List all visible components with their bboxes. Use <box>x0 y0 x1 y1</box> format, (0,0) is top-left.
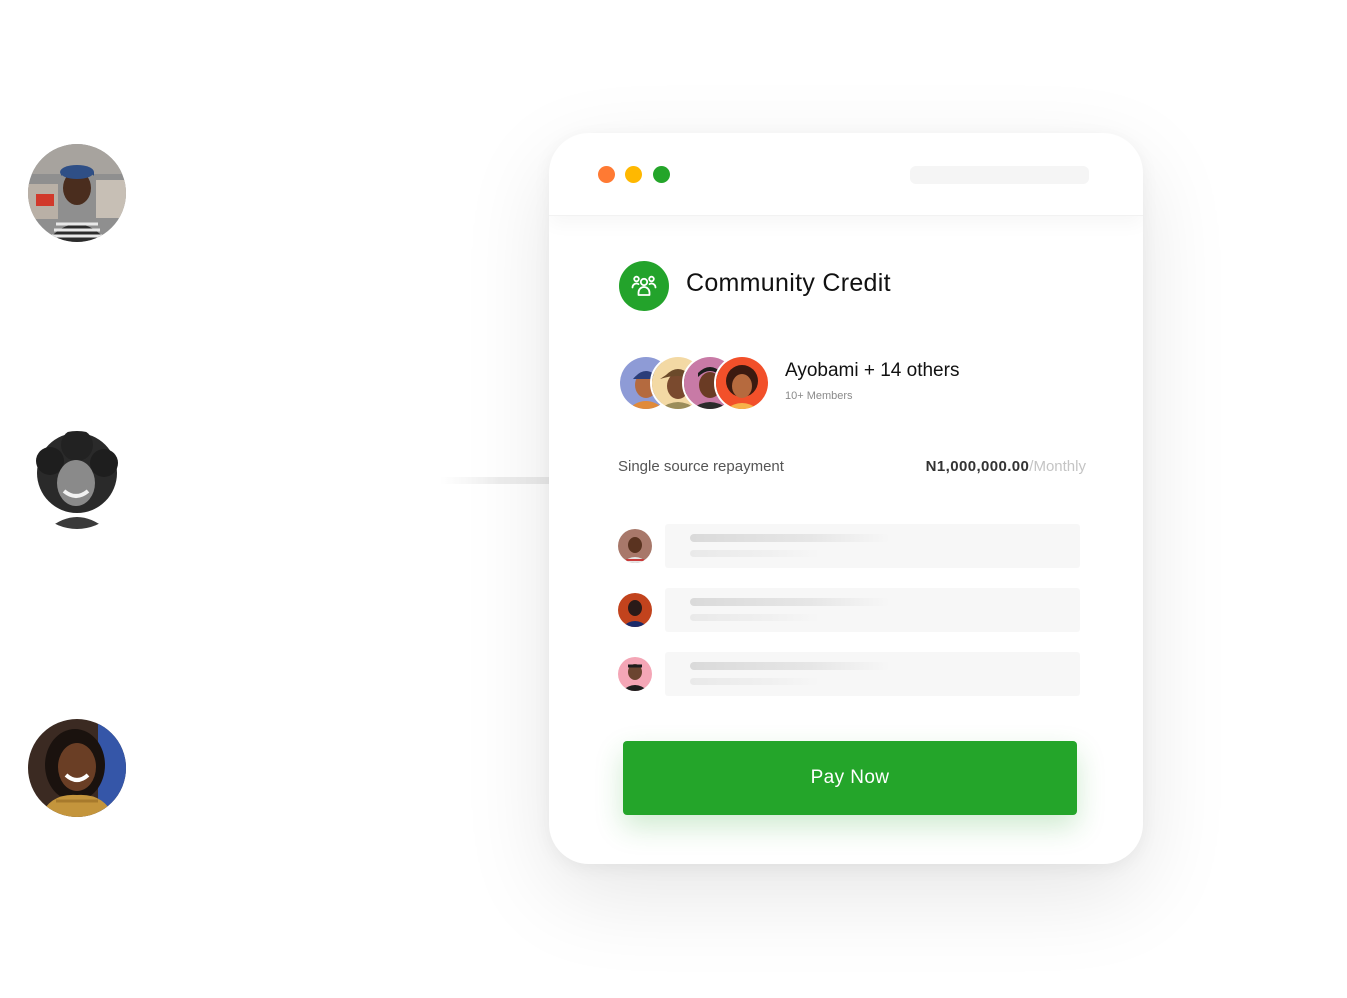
member-avatar <box>714 355 770 411</box>
members-count: 10+ Members <box>785 390 853 402</box>
list-item[interactable] <box>618 524 1081 568</box>
member-photo-2 <box>28 431 126 529</box>
list-item[interactable] <box>618 588 1081 632</box>
list-item[interactable] <box>618 652 1081 696</box>
card-title: Community Credit <box>686 269 891 297</box>
member-photo-3 <box>28 719 126 817</box>
repayment-period: /Monthly <box>1029 458 1086 475</box>
member-photo-1 <box>28 144 126 242</box>
window-titlebar <box>549 133 1143 216</box>
member-avatar-stack <box>618 355 778 411</box>
minimize-dot[interactable] <box>625 166 642 183</box>
members-name: Ayobami + 14 others <box>785 360 960 381</box>
users-group-icon <box>619 261 669 311</box>
address-bar-placeholder <box>910 166 1089 184</box>
list-item-avatar <box>618 657 652 691</box>
list-item-placeholder <box>665 652 1080 696</box>
list-item-avatar <box>618 529 652 563</box>
community-credit-card: Community Credit Ayobami + 14 others 10+… <box>549 133 1143 864</box>
list-item-placeholder <box>665 524 1080 568</box>
repayment-amount: N1,000,000.00 <box>925 458 1030 475</box>
maximize-dot[interactable] <box>653 166 670 183</box>
connector-line <box>440 477 550 484</box>
pay-now-button[interactable]: Pay Now <box>623 741 1077 815</box>
repayment-value: N1,000,000.00/Monthly <box>926 458 1086 475</box>
list-item-avatar <box>618 593 652 627</box>
list-item-placeholder <box>665 588 1080 632</box>
repayment-label: Single source repayment <box>618 458 784 475</box>
close-dot[interactable] <box>598 166 615 183</box>
